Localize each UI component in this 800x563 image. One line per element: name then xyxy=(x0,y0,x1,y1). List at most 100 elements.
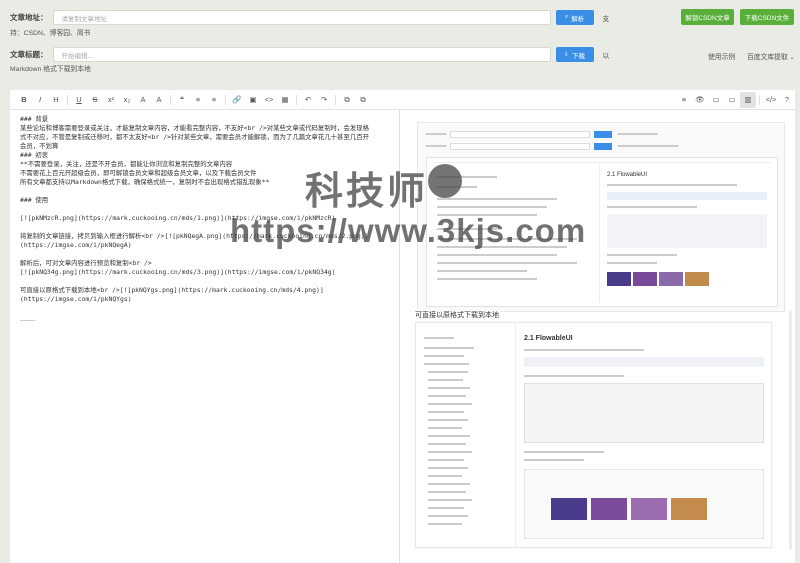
mini-text xyxy=(618,145,678,147)
mini-text xyxy=(428,419,468,421)
mini-text xyxy=(437,254,557,256)
subscript-button[interactable]: x₂ xyxy=(119,92,135,108)
trash-button[interactable]: ⧉ xyxy=(339,92,355,108)
mini-text xyxy=(428,451,472,453)
mini-button xyxy=(594,131,612,138)
chevron-down-icon: ⌄ xyxy=(789,55,795,61)
split-view-button[interactable]: ▥ xyxy=(740,91,756,108)
mini-heading: 2.1 FlowableUI xyxy=(524,335,573,342)
strikethrough-button[interactable]: S xyxy=(87,92,103,108)
mini-text xyxy=(428,475,462,477)
download-csdn-button[interactable]: 下载CSDN文件 xyxy=(740,9,794,25)
editor-line: (https://imgse.com/i/pkNQegA) xyxy=(20,241,132,249)
download-desc: Markdown 格式下载到本地 xyxy=(10,66,91,73)
usage-link[interactable]: 使用示例 xyxy=(708,51,735,61)
html-code-button[interactable]: </> xyxy=(763,92,779,108)
markdown-editor[interactable]: ### 背景 某些论坛和博客需要登录或关注，才能复制文章内容，才能看完整内容，不友… xyxy=(10,110,400,563)
mini-label xyxy=(426,145,446,147)
download-button-label: 下载 xyxy=(572,52,586,60)
mini-input xyxy=(450,143,590,150)
preview-scrollbar[interactable] xyxy=(789,310,792,550)
download-suffix: 以 xyxy=(602,52,610,60)
title-input[interactable]: 开始编辑... xyxy=(52,47,551,62)
mini-image xyxy=(524,357,764,367)
mini-text xyxy=(524,459,584,461)
mini-tile xyxy=(659,272,683,286)
mini-text xyxy=(437,278,537,280)
unordered-list-button[interactable]: ≡ xyxy=(190,92,206,108)
mini-text xyxy=(524,349,644,351)
mini-image xyxy=(607,192,767,200)
heading-button[interactable]: H xyxy=(48,92,64,108)
toolbar-right: ≡ 👁 ▭ ▭ ▥ </> ? xyxy=(676,91,795,108)
mini-text xyxy=(437,214,537,216)
ordered-list-button[interactable]: ≡ xyxy=(206,92,222,108)
read-mode-button[interactable]: ▭ xyxy=(724,92,740,108)
code-button[interactable]: <> xyxy=(261,92,277,108)
italic-button[interactable]: I xyxy=(32,92,48,108)
editor-toolbar: B I H U S x² x₂ A A ❝ ≡ ≡ 🔗 ▣ <> ▦ ↶ ↷ ⧉… xyxy=(10,90,795,110)
mini-text xyxy=(428,387,470,389)
editor-line: **不需要登录，关注，还是不开会员，都能让你浏览和复制完整的文章内容 xyxy=(20,160,233,168)
editor-line: ### 背景 xyxy=(20,115,49,123)
fullscreen-button[interactable]: ▭ xyxy=(708,92,724,108)
mini-text xyxy=(428,499,472,501)
parse-button-label: 解析 xyxy=(571,15,585,23)
markdown-preview: 2.1 FlowableUI 2.1 FlowableUI 可直接以原格式下载到… xyxy=(400,110,795,563)
mini-text xyxy=(524,375,624,377)
download-button[interactable]: ⇩ 下载 xyxy=(555,47,594,62)
mini-tile xyxy=(551,498,587,520)
mini-text xyxy=(428,411,464,413)
editor-line: 所有文章都支持以Markdown格式下载，确保格式统一，复制时不会出现格式错乱现… xyxy=(20,178,270,186)
divider xyxy=(335,94,336,105)
top-bar: 文章地址： 请复制文章地址 ⌕ 解析 支 持：CSDN、博客园、简书 解锁CSD… xyxy=(0,0,800,90)
mini-text xyxy=(428,467,468,469)
save-button[interactable]: ⧉ xyxy=(355,92,371,108)
mini-text xyxy=(428,403,472,405)
mini-text xyxy=(424,355,464,357)
underline-button[interactable]: U xyxy=(71,92,87,108)
help-button[interactable]: ? xyxy=(779,92,795,108)
mini-text xyxy=(607,184,737,186)
editor-line: ____ xyxy=(20,313,36,321)
title-row: 文章标题： 开始编辑... ⇩ 下载 以 xyxy=(10,47,609,62)
navigation-button[interactable]: ≡ xyxy=(676,92,692,108)
mini-splitter xyxy=(599,162,600,302)
search-icon: ⌕ xyxy=(564,14,569,20)
image-button[interactable]: ▣ xyxy=(245,92,261,108)
mini-editor: 2.1 FlowableUI xyxy=(426,157,778,307)
mini-text xyxy=(437,228,497,230)
superscript-button[interactable]: x² xyxy=(103,92,119,108)
mark-button[interactable]: A xyxy=(151,92,167,108)
article-url-input[interactable]: 请复制文章地址 xyxy=(52,10,551,25)
parse-button[interactable]: ⌕ 解析 xyxy=(555,10,594,25)
undo-button[interactable]: ↶ xyxy=(300,92,316,108)
mini-text xyxy=(437,246,567,248)
editor-line: 会员，不划算 xyxy=(20,142,59,150)
mini-text xyxy=(428,459,464,461)
baidu-extract-link[interactable]: 百度文库提取 ⌄ xyxy=(747,51,795,61)
mini-text xyxy=(424,347,474,349)
unlock-csdn-button[interactable]: 解锁CSDN文章 xyxy=(681,9,734,25)
link-button[interactable]: 🔗 xyxy=(229,92,245,108)
mini-tile xyxy=(591,498,627,520)
table-button[interactable]: ▦ xyxy=(277,92,293,108)
preview-screenshot-1: 2.1 FlowableUI xyxy=(417,122,785,312)
mini-text xyxy=(607,254,677,256)
editor-line: 不需要花上百元开超级会员，即可解锁会员文章和超级会员文章，以及下载会员文件 xyxy=(20,169,257,177)
redo-button[interactable]: ↷ xyxy=(316,92,332,108)
mini-text xyxy=(428,515,468,517)
supports-text: 持：CSDN、博客园、简书 xyxy=(10,30,91,37)
mini-text xyxy=(428,443,466,445)
align-center-button[interactable]: A xyxy=(135,92,151,108)
mini-text xyxy=(607,206,697,208)
preview-eye-icon[interactable]: 👁 xyxy=(692,92,708,108)
divider xyxy=(67,94,68,105)
quote-button[interactable]: ❝ xyxy=(174,92,190,108)
bold-button[interactable]: B xyxy=(16,92,32,108)
